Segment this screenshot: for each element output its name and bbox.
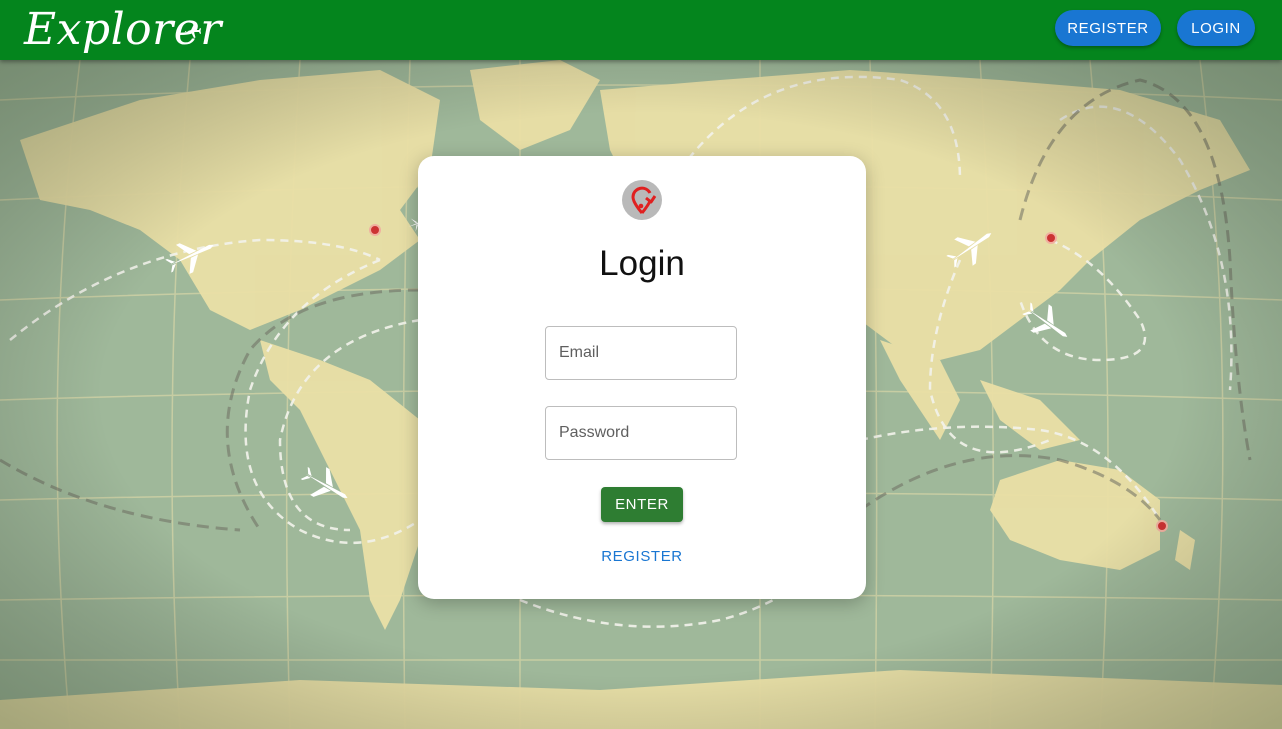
page-title: Login xyxy=(599,244,685,283)
login-card: Login ENTER REGISTER xyxy=(418,156,866,599)
email-input[interactable] xyxy=(546,327,736,379)
enter-button[interactable]: ENTER xyxy=(601,487,683,522)
register-nav-button[interactable]: REGISTER xyxy=(1055,10,1161,46)
email-field[interactable] xyxy=(545,326,737,380)
location-refresh-icon xyxy=(622,180,662,220)
airplane-icon xyxy=(185,24,201,38)
register-link[interactable]: REGISTER xyxy=(418,548,866,565)
login-nav-button[interactable]: LOGIN xyxy=(1177,10,1255,46)
password-input[interactable] xyxy=(546,407,736,459)
app-header: Explorer REGISTER LOGIN xyxy=(0,0,1282,60)
password-field[interactable] xyxy=(545,406,737,460)
